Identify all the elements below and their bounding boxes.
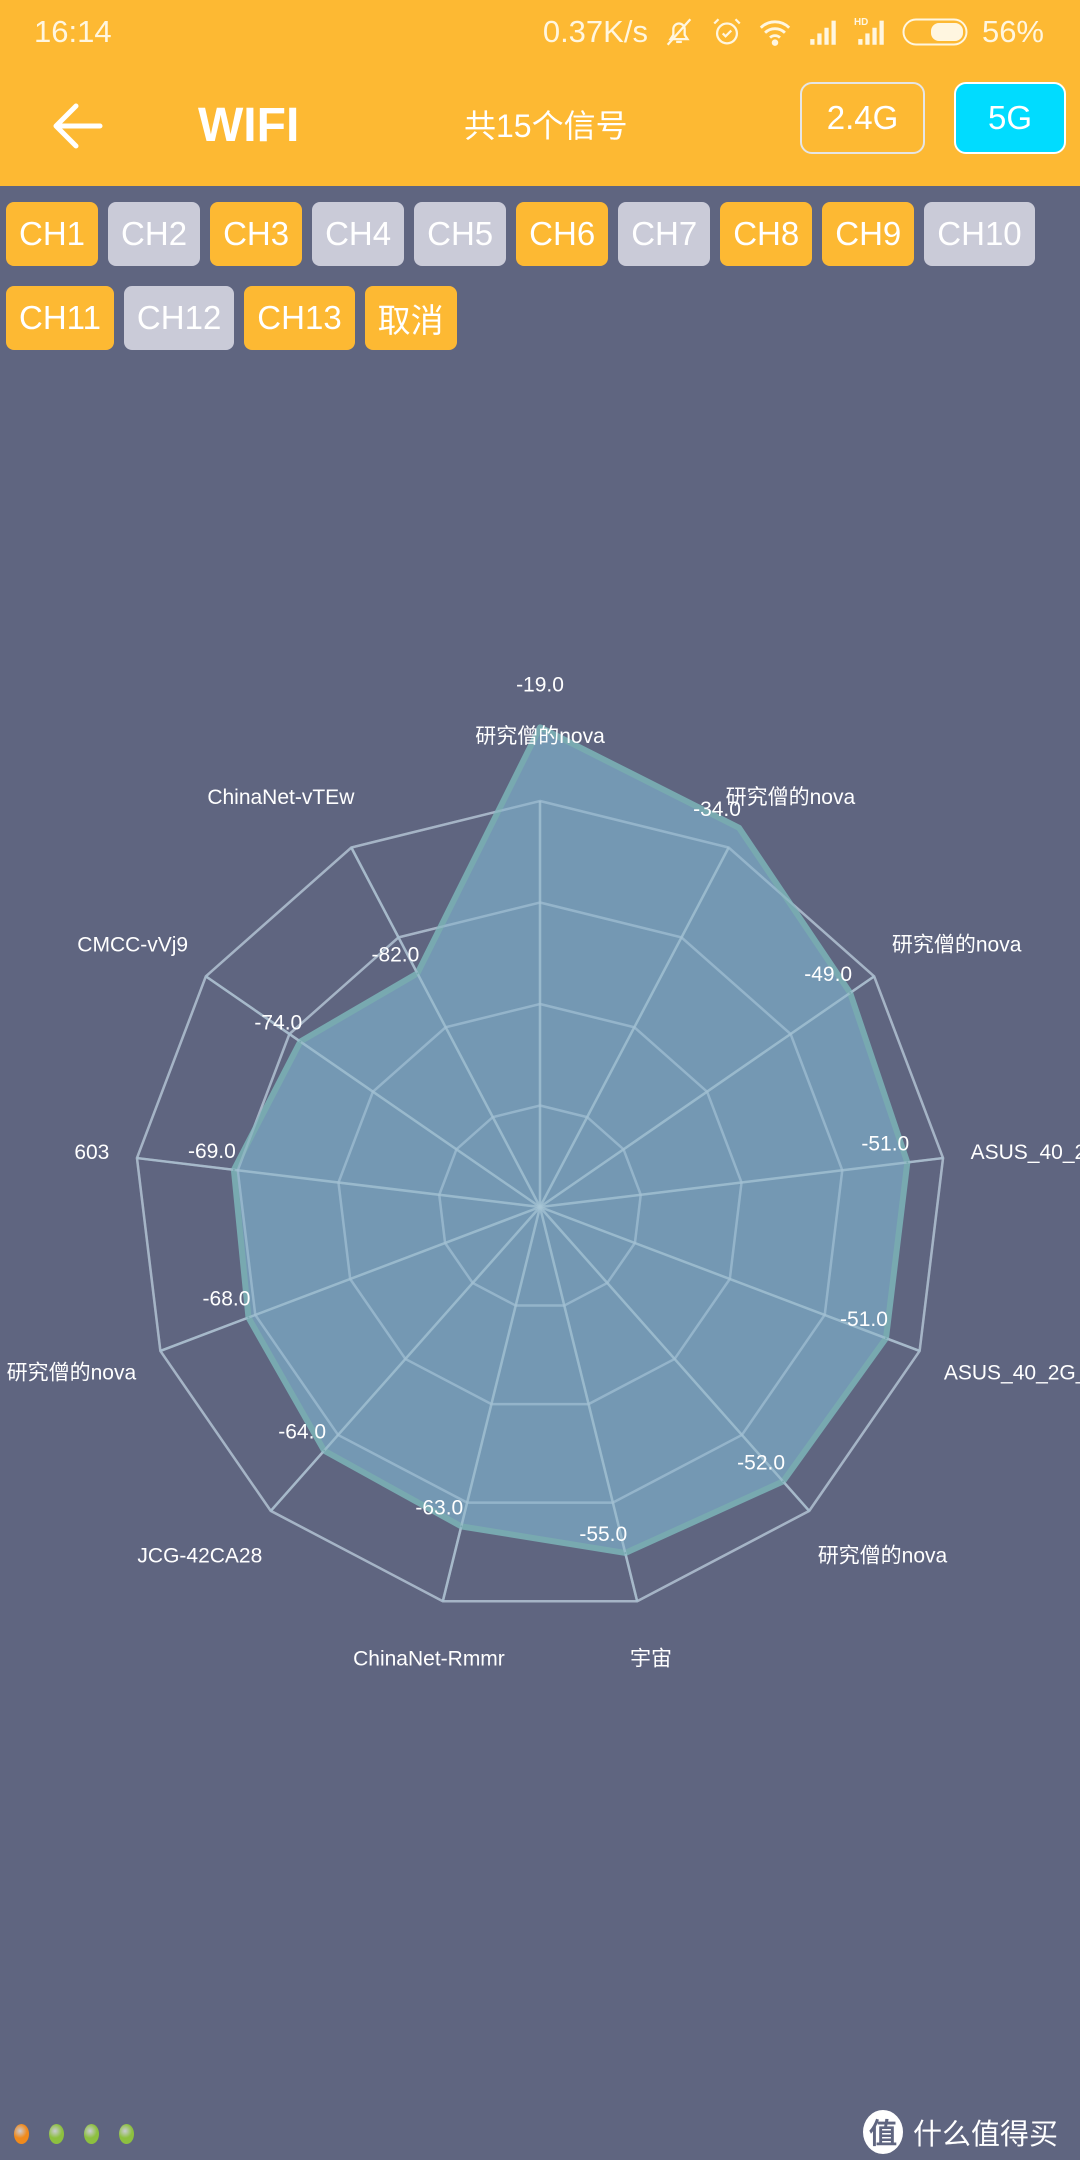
value-label: -68.0 (203, 1288, 251, 1311)
category-label: 研究僧的nova (475, 725, 605, 748)
page-dot[interactable] (84, 2124, 99, 2144)
channel-filter: CH1 CH2 CH3 CH4 CH5 CH6 CH7 CH8 CH9 CH10 CH11 CH12… (6, 202, 1076, 370)
channel-button-cancel[interactable]: 取消 (364, 286, 457, 350)
data-point (906, 1161, 909, 1164)
data-point (738, 826, 741, 829)
radar-series (135, 724, 945, 1603)
data-point (460, 1525, 463, 1528)
category-label: ASUS_40_2G_K (944, 1362, 1080, 1385)
toolbar: WIFI 共15个信号 2.4G 5G (0, 66, 1080, 186)
watermark-text: 什么值得买 (912, 2119, 1058, 2151)
category-label: 研究僧的nova (818, 1544, 948, 1567)
channel-button-ch9[interactable]: CH9 (822, 202, 915, 266)
category-label: 研究僧的nova (726, 786, 856, 809)
back-button[interactable] (46, 94, 110, 158)
value-label: -69.0 (188, 1140, 236, 1163)
radar-chart: -19.0-34.0-49.0-51.0-51.0-52.0-55.0-63.0… (7, 673, 1080, 1671)
value-label: -51.0 (840, 1308, 888, 1331)
signal-count: 共15个信号 (464, 108, 628, 144)
page-title: WIFI (198, 99, 300, 152)
hd-signal-icon: HD (854, 15, 888, 49)
category-label: ChinaNet-Rmmr (353, 1648, 505, 1671)
value-label: -63.0 (415, 1496, 463, 1519)
signal-icon (806, 15, 840, 49)
data-point (849, 991, 852, 994)
page-dot[interactable] (49, 2124, 64, 2144)
data-point (624, 1551, 627, 1554)
data-point (782, 1480, 785, 1483)
channel-button-ch3[interactable]: CH3 (210, 202, 303, 266)
wifi-icon (758, 15, 792, 49)
channel-button-ch7[interactable]: CH7 (618, 202, 711, 266)
arrow-left-icon (53, 103, 103, 149)
data-point (416, 972, 419, 975)
value-label: -19.0 (516, 673, 564, 696)
category-label: ASUS_40_2G (971, 1141, 1080, 1164)
status-time: 16:14 (34, 14, 112, 49)
band-5g-button[interactable]: 5G (954, 82, 1066, 154)
channel-button-ch6[interactable]: CH6 (516, 202, 609, 266)
category-label: CMCC-vVj9 (77, 933, 188, 956)
channel-button-ch2[interactable]: CH2 (108, 202, 201, 266)
page-dot[interactable] (119, 2124, 134, 2144)
channel-button-ch1[interactable]: CH1 (6, 202, 99, 266)
channel-button-ch10[interactable]: CH10 (924, 202, 1035, 266)
category-label: JCG-42CA28 (137, 1544, 262, 1567)
app-bar: 16:14 0.37K/s HD 56% WIFI 共15个信号 2.4G 5G (0, 0, 1080, 186)
value-label: -52.0 (737, 1451, 785, 1474)
data-point (884, 1337, 887, 1340)
band-2-4g-button[interactable]: 2.4G (800, 82, 925, 154)
data-point (299, 1040, 302, 1043)
page-dot[interactable] (14, 2124, 29, 2144)
value-label: -49.0 (804, 963, 852, 986)
channel-button-ch8[interactable]: CH8 (720, 202, 813, 266)
category-label: ChinaNet-vTEw (207, 786, 355, 809)
page-indicator (14, 2124, 134, 2144)
watermark-logo-icon: 值 (862, 2110, 903, 2154)
status-bar: 16:14 0.37K/s HD 56% (0, 0, 1080, 66)
value-label: -51.0 (861, 1132, 909, 1155)
value-label: -64.0 (278, 1421, 326, 1444)
net-speed: 0.37K/s (542, 14, 648, 49)
channel-button-ch5[interactable]: CH5 (414, 202, 507, 266)
category-label: 研究僧的nova (892, 933, 1022, 956)
category-label: 603 (74, 1141, 109, 1164)
value-label: -74.0 (254, 1012, 302, 1035)
alarm-icon (710, 15, 744, 49)
battery-percent: 56% (981, 14, 1044, 49)
data-point (323, 1449, 326, 1452)
category-label: 宇宙 (630, 1648, 672, 1671)
channel-button-ch13[interactable]: CH13 (244, 286, 355, 350)
bell-muted-icon (662, 15, 696, 49)
data-point (247, 1316, 250, 1319)
channel-button-ch11[interactable]: CH11 (6, 286, 114, 350)
value-label: -82.0 (371, 943, 419, 966)
channel-row-1: CH1 CH2 CH3 CH4 CH5 CH6 CH7 CH8 CH9 CH10 (6, 202, 1076, 266)
category-label: 研究僧的nova (7, 1362, 137, 1385)
channel-row-2: CH11 CH12 CH13 取消 (6, 286, 1076, 350)
svg-text:HD: HD (854, 17, 868, 28)
value-label: -55.0 (579, 1523, 627, 1546)
status-icons: 0.37K/s HD 56% (543, 14, 1044, 50)
watermark: 值 什么值得买 (862, 2110, 1058, 2154)
channel-button-ch4[interactable]: CH4 (312, 202, 405, 266)
channel-button-ch12[interactable]: CH12 (123, 286, 235, 350)
data-point (232, 1168, 235, 1171)
battery-icon (902, 18, 968, 46)
